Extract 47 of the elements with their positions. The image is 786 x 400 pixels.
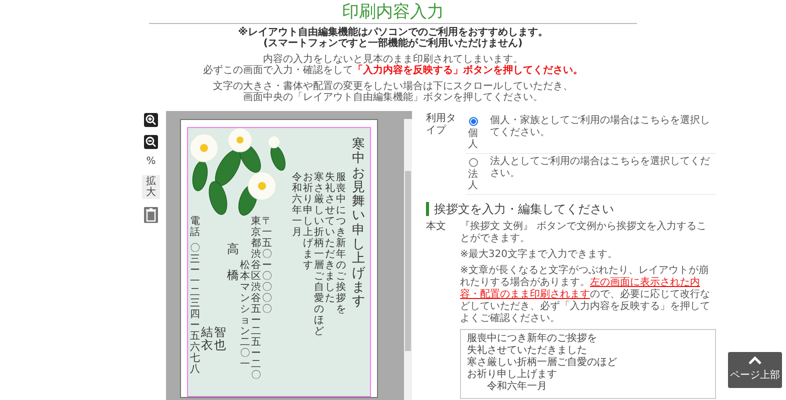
option-description: 個人・家族としてご利用の場合はこちらを選択してください。 <box>490 115 711 140</box>
scrollbar[interactable] <box>404 119 412 400</box>
text-line: 令和六年一月 <box>486 381 548 393</box>
zoom-in-icon[interactable] <box>144 113 158 127</box>
text-line: 寒さ厳しい折柄一層ご自愛のほど <box>467 357 618 368</box>
sender-given-name: 智也 <box>214 326 226 354</box>
radio-label[interactable]: 法人 <box>468 169 478 191</box>
notice-text: (スマートフォンですと一部機能がご利用いただけません) <box>262 38 524 49</box>
field-label: 本文 <box>426 221 447 234</box>
card-message-line: お祈り申し上げます <box>303 172 313 273</box>
phone-label: 電話 <box>190 216 200 238</box>
postal-code: 〒一五〇ー〇〇〇〇 <box>262 216 272 317</box>
card-message-line: 寒さ厳しい折柄一層ご自愛のほど <box>314 172 324 337</box>
instruction-text: ※最大320文字まで入力できます。 <box>460 249 618 261</box>
sender-surname: 高橋 <box>227 241 239 284</box>
section-heading: 挨拶文を入力・編集してください <box>426 202 716 216</box>
card-title: 寒中お見舞い申し上げます <box>352 138 365 310</box>
greeting-textarea[interactable]: 服喪中につき新年のご挨拶を 失礼させていただきました 寒さ厳しい折柄一層ご自愛のほど お祈り申し上げます 令和六年一月 <box>460 329 716 399</box>
instruction-text: 『挨拶文 文例』 ボタンで文例から挨拶文を入力することができます。 <box>460 221 708 245</box>
trash-icon[interactable] <box>144 207 158 223</box>
notice-text: 文字の大きさ・書体や配置の変更をしたい場合は下にスクロールしていただき、 <box>212 81 574 92</box>
chevron-up-icon <box>748 356 762 365</box>
radio-label[interactable]: 個人 <box>468 128 478 150</box>
notice-text: 画面中央の「レイアウト自由編集機能」ボタンを押してください。 <box>242 92 544 103</box>
zoom-percent: % <box>146 157 156 167</box>
warning-text: ※文章が長くなると文字がつぶれたり、レイアウトが崩れたりする場合があります。左の画面に表示された内容・配置のまま印刷されますので、必要に応じて改行などしていただき、必ず「入力内容を反映する」を押してよくご確認ください。 <box>460 265 711 325</box>
phone-number: 〇三ー一二三四ー五六七八 <box>190 243 200 375</box>
text-line: 服喪中につき新年のご挨拶を <box>467 333 598 344</box>
notice-text: 内容の入力をしないと見本のまま印刷されてしまいます。 <box>262 54 524 65</box>
notice-text: ※レイアウト自由編集機能はパソコンでのご利用をおすすめします。 <box>237 27 549 38</box>
radio-button[interactable] <box>468 117 478 126</box>
notice-text: 必ずこの画面で入力・確認をして「入力内容を反映する」ボタンを押してください。 <box>202 65 584 76</box>
sender-address: 東京都渋谷区渋谷五ー二五ー二〇 <box>251 216 261 381</box>
text-line: 失礼させていただきました <box>467 345 588 356</box>
card-message-line: 失礼させていただきました <box>325 172 335 306</box>
card-message-line: 令和六年一月 <box>292 172 302 240</box>
field-label: 利用タイプ <box>426 113 457 138</box>
card-message-line: 服喪中につき新年のご挨拶を <box>336 172 346 317</box>
sender-given-name: 結衣 <box>201 326 213 354</box>
text-line: お祈り申し上げます <box>467 369 558 380</box>
zoom-button[interactable]: 拡大 <box>142 175 160 199</box>
building-name: 松本マンション二〇一 <box>240 260 250 372</box>
option-description: 法人としてご利用の場合はこちらを選択してください。 <box>490 156 711 181</box>
zoom-out-icon[interactable] <box>144 135 158 149</box>
radio-button[interactable] <box>468 158 478 167</box>
page-title: 印刷内容入力 <box>342 2 444 23</box>
page-top-button[interactable]: ページ上部 <box>728 352 782 388</box>
